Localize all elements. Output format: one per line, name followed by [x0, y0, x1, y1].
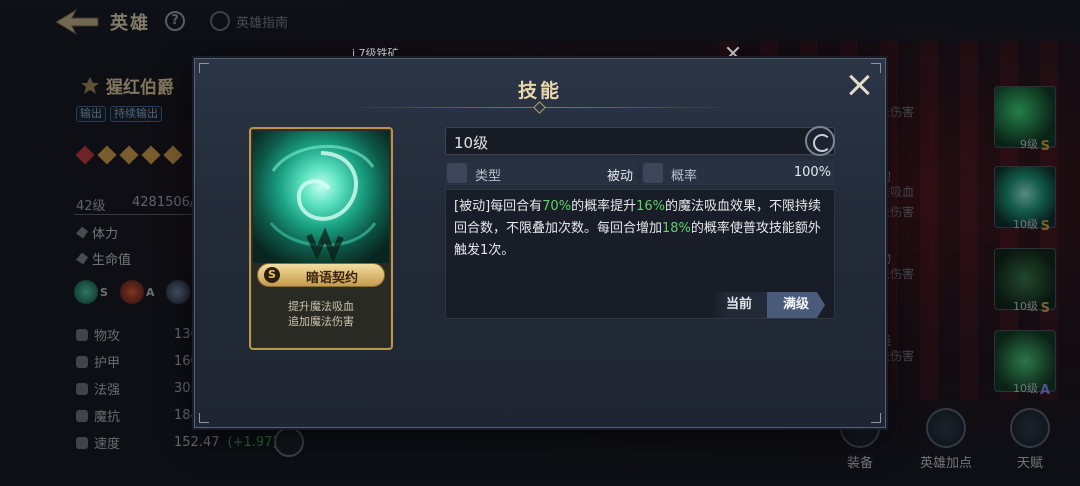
corner-ornament [199, 413, 209, 423]
skill-card: S 暗语契约 提升魔法吸血 追加魔法伤害 [249, 127, 393, 350]
desc-value: 16% [636, 199, 665, 214]
max-level-tab[interactable]: 满级 [767, 292, 825, 318]
skill-card-desc: 提升魔法吸血 追加魔法伤害 [251, 299, 391, 329]
skill-art [253, 131, 389, 263]
skill-rate-value: 100% [793, 165, 831, 180]
skill-type-value: 被动 [606, 169, 633, 184]
corner-ornament [871, 63, 881, 73]
desc-value: 70% [542, 199, 572, 214]
skill-description: [被动]每回合有70%的概率提升16%的魔法吸血效果，不限持续回合数，不限叠加次… [454, 196, 830, 262]
dice-icon [643, 163, 663, 183]
corner-ornament [871, 413, 881, 423]
close-icon[interactable] [847, 73, 871, 97]
diamond-ornament [533, 101, 546, 114]
current-level-tab[interactable]: 当前 [711, 292, 767, 318]
skill-card-desc-line: 提升魔法吸血 [288, 300, 354, 313]
desc-value: 18% [662, 221, 691, 236]
skill-rate-key: 概率 [671, 169, 698, 184]
swirl-icon [269, 145, 377, 263]
corner-ornament [199, 63, 209, 73]
skill-type-row: 类型 被动 [445, 161, 637, 185]
skill-type-key: 类型 [475, 169, 502, 184]
modal-title: 技能 [517, 80, 562, 102]
skill-name-banner: S 暗语契约 [257, 263, 385, 287]
skill-card-desc-line: 追加魔法伤害 [288, 315, 354, 328]
skill-level-bar: 10级 [445, 127, 835, 155]
refresh-icon[interactable] [805, 126, 835, 156]
skill-card-name: 暗语契约 [305, 271, 358, 286]
layers-icon [447, 163, 467, 183]
desc-text: [被动]每回合有 [454, 199, 543, 214]
skill-modal: 技能 S 暗语契约 提升魔法吸血 追加魔法伤害 10级 类型 被动 概率 100… [194, 58, 886, 428]
skill-level-text: 10级 [454, 134, 489, 152]
desc-text: 的概率提升 [571, 199, 637, 214]
skill-grade-badge: S [264, 267, 280, 283]
skill-rate-row: 概率 100% [641, 161, 835, 185]
